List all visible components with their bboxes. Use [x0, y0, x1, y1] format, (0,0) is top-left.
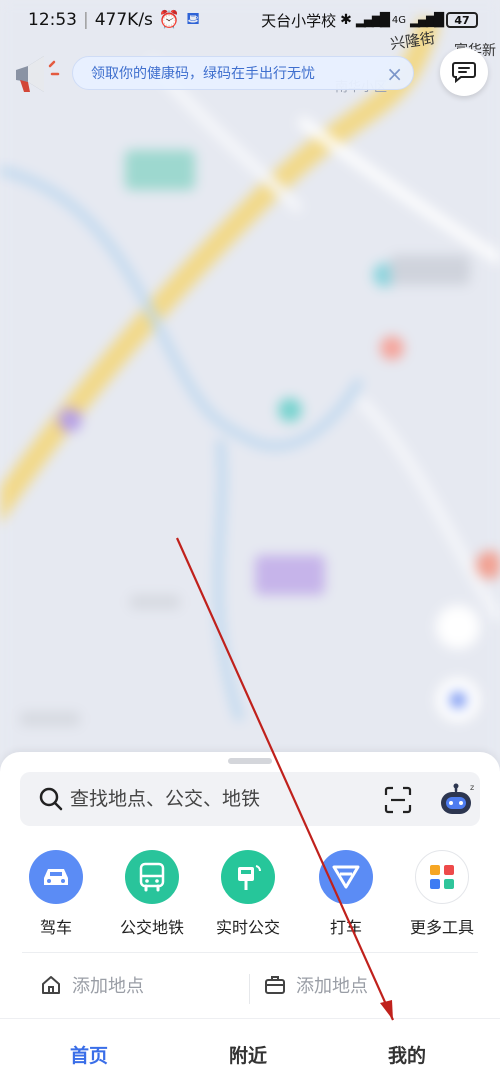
banner-text: 领取你的健康码，绿码在手出行无忧: [91, 66, 315, 82]
bluetooth-icon: ✱: [340, 12, 352, 28]
map-label-school: 天台小学校: [261, 11, 337, 30]
place-label: 添加地点: [72, 976, 144, 997]
status-left: 12:53 | 477K/s ⏰ ⛾: [28, 9, 200, 30]
divider: [22, 952, 478, 953]
tool-drive[interactable]: 驾车: [8, 850, 104, 938]
place-label: 添加地点: [296, 976, 368, 997]
close-icon[interactable]: ×: [386, 62, 403, 86]
status-right: 天台小学校 ✱ ▂▄▆█ 4G ▂▄▆█ 47: [261, 10, 478, 31]
map-canvas: [0, 0, 500, 780]
nav-home[interactable]: 首页: [70, 1041, 108, 1068]
map-view[interactable]: [0, 0, 500, 780]
add-work-place[interactable]: 添加地点: [264, 972, 368, 998]
tool-more[interactable]: 更多工具: [394, 850, 490, 938]
alarm-icon: ⏰: [158, 10, 181, 30]
network-type: 4G: [391, 14, 406, 26]
signal-icon-2: ▂▄▆█: [410, 12, 444, 28]
bottom-nav: 首页 附近 我的: [0, 1018, 500, 1084]
wallet-icon: ⛾: [186, 9, 200, 29]
nav-nearby[interactable]: 附近: [229, 1041, 267, 1068]
battery-level: 47: [454, 13, 470, 27]
status-time: 12:53: [28, 10, 77, 30]
search-input[interactable]: [70, 772, 370, 826]
robot-assistant-icon[interactable]: z: [436, 782, 476, 818]
search-bar[interactable]: z: [20, 772, 480, 826]
car-icon: [29, 850, 83, 904]
tool-grid: 驾车 公交地铁 实时公交 打车 更多工具: [0, 850, 500, 950]
tool-taxi[interactable]: 打车: [298, 850, 394, 938]
status-speed: 477K/s: [94, 10, 153, 30]
bus-stop-icon: [221, 850, 275, 904]
home-icon: [42, 976, 60, 994]
search-icon: [39, 787, 63, 811]
sheet-handle[interactable]: [228, 758, 272, 764]
megaphone-icon[interactable]: [10, 52, 60, 98]
tool-label: 公交地铁: [119, 918, 184, 937]
bus-icon: [125, 850, 179, 904]
svg-text:z: z: [470, 783, 474, 792]
tool-realtime-bus[interactable]: 实时公交: [200, 850, 296, 938]
scan-icon[interactable]: [384, 786, 412, 814]
tool-label: 驾车: [39, 918, 72, 937]
tool-label: 更多工具: [409, 918, 474, 937]
briefcase-icon: [265, 976, 285, 994]
signal-icon: ▂▄▆█: [355, 12, 390, 28]
taxi-icon: [319, 850, 373, 904]
apps-icon: [415, 850, 469, 904]
add-home-place[interactable]: 添加地点: [40, 972, 144, 998]
place-separator: [249, 974, 250, 1004]
message-button[interactable]: [440, 48, 488, 96]
tool-label: 实时公交: [215, 918, 280, 937]
chat-icon: [452, 62, 476, 84]
saved-places: 添加地点 添加地点: [0, 972, 500, 1008]
tool-transit[interactable]: 公交地铁: [104, 850, 200, 938]
battery-icon: 47: [446, 12, 478, 28]
nav-mine[interactable]: 我的: [388, 1041, 426, 1068]
tool-label: 打车: [329, 918, 362, 937]
health-code-banner[interactable]: 领取你的健康码，绿码在手出行无忧 ×: [72, 56, 414, 90]
